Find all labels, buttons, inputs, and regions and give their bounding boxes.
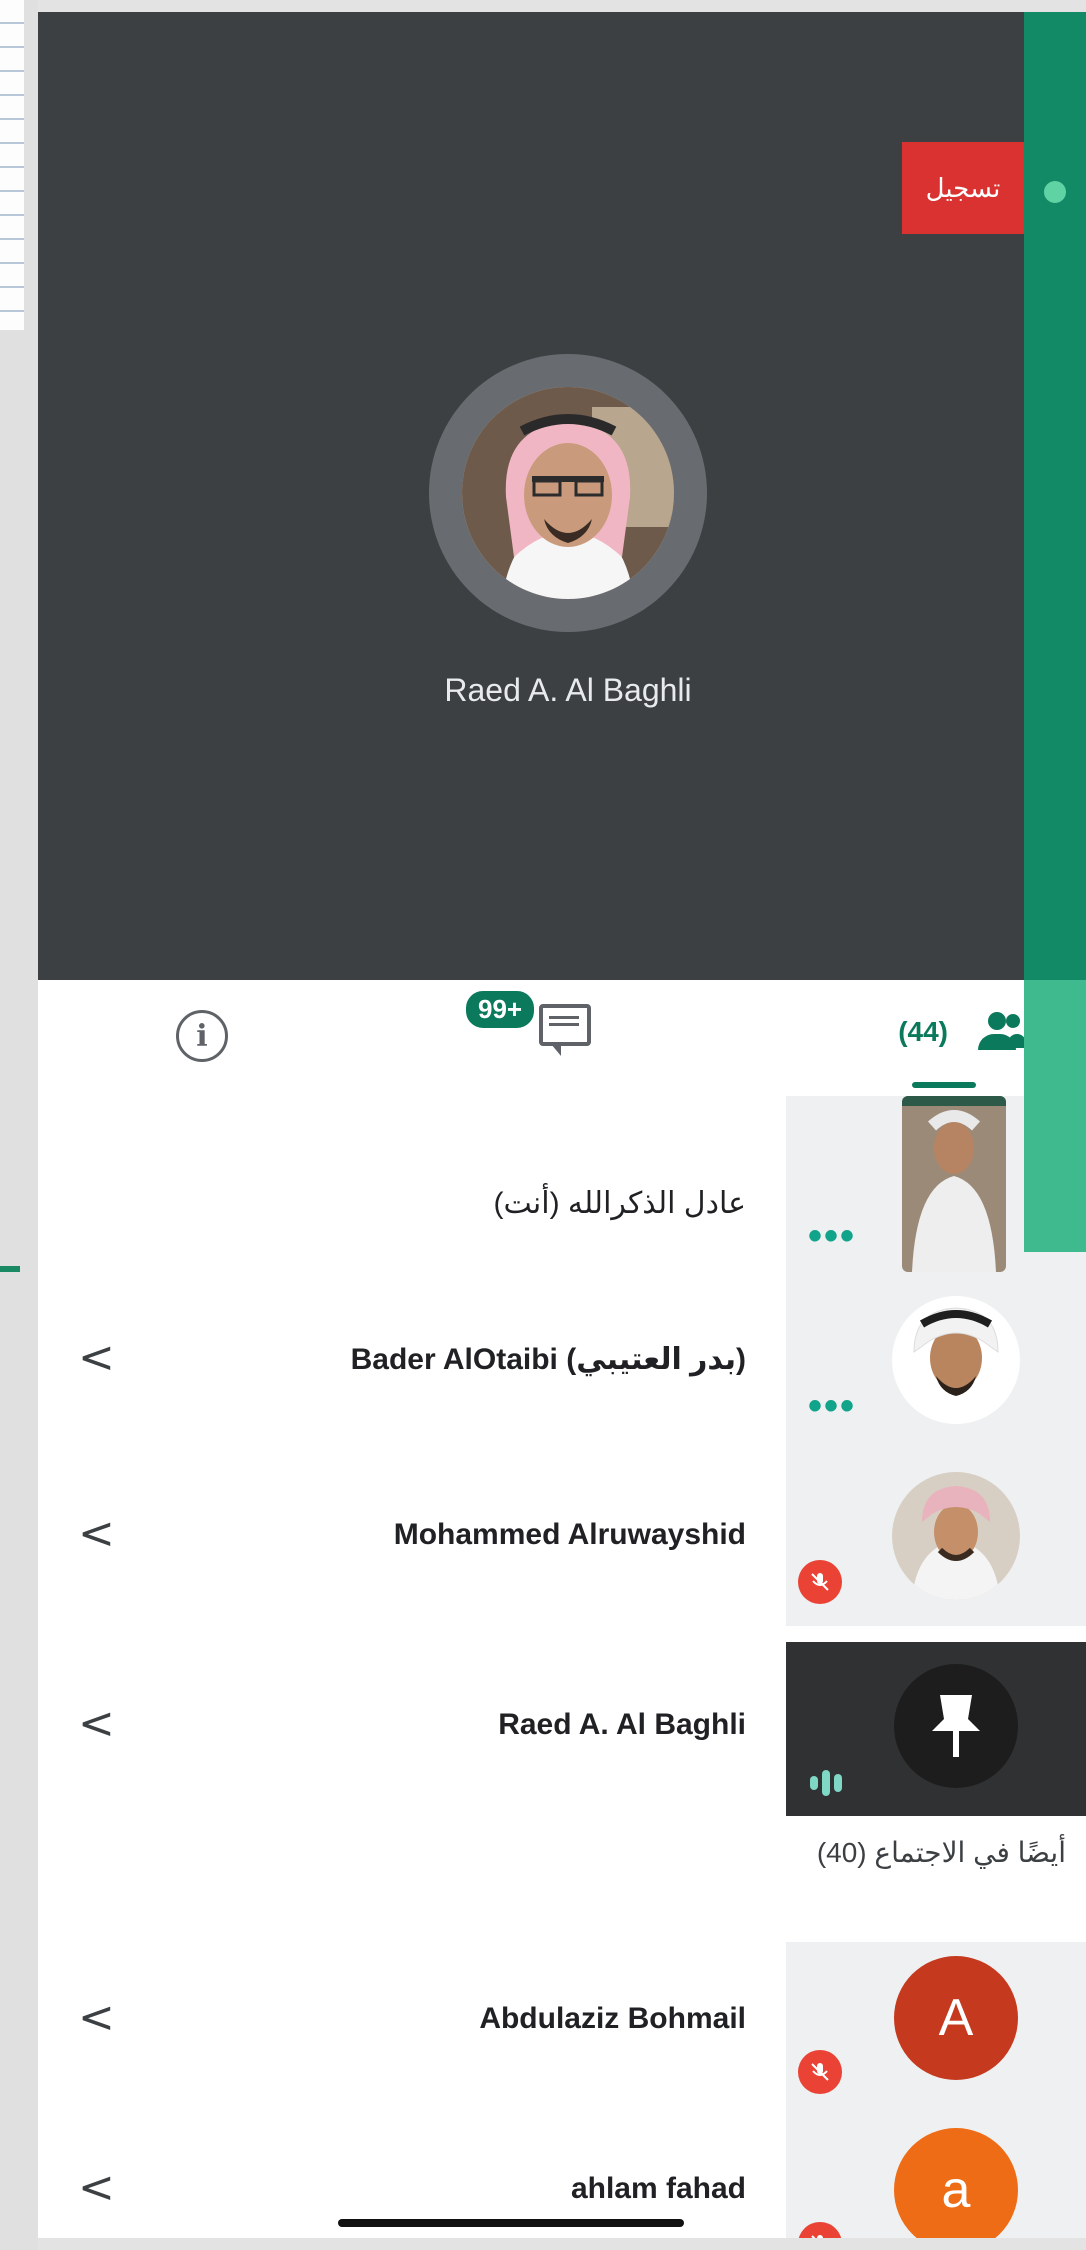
participant-name: ahlam fahad (570, 2172, 746, 2205)
more-options-icon[interactable]: ••• (808, 1216, 856, 1256)
pin-icon (932, 1695, 980, 1757)
chevron-left-icon[interactable]: < (78, 1698, 115, 1749)
chevron-left-icon[interactable]: < (78, 2162, 115, 2213)
info-icon[interactable]: i (176, 1010, 228, 1062)
recording-dot-icon (1044, 181, 1066, 203)
avatar (892, 1472, 1020, 1600)
participant-list: ••• عادل الذكرالله (أنت) ••• Bader AlOta… (38, 1096, 1086, 2238)
panel-tabs: i 99+ (44) (38, 980, 1026, 1090)
chat-lines (549, 1016, 579, 1030)
speaker-name: Raed A. Al Baghli (444, 672, 692, 708)
participant-row[interactable]: A Abdulaziz Bohmail < (38, 1942, 1086, 2118)
speaker-avatar (462, 387, 674, 599)
participant-name: Mohammed Alruwayshid (393, 1518, 746, 1551)
participant-name: Abdulaziz Bohmail (479, 2002, 746, 2035)
participant-row[interactable]: ••• Bader AlOtaibi (بدر العتيبي) < (38, 1276, 1086, 1456)
background-accent (0, 1266, 20, 1272)
avatar: A (894, 1956, 1018, 2080)
participant-name: Raed A. Al Baghli (498, 1708, 746, 1741)
tab-chat[interactable]: 99+ (463, 988, 603, 1068)
participant-name: Bader AlOtaibi (بدر العتيبي) (350, 1343, 746, 1376)
mic-off-icon (798, 1560, 842, 1604)
speaking-indicator-icon (808, 1766, 858, 1803)
participant-row[interactable]: Mohammed Alruwayshid < (38, 1456, 1086, 1626)
home-indicator[interactable] (338, 2219, 684, 2227)
chevron-left-icon[interactable]: < (78, 1992, 115, 2043)
avatar (902, 1096, 1006, 1272)
active-tab-indicator (912, 1082, 976, 1088)
side-panel-rail-light (1024, 980, 1086, 1252)
mic-off-icon (798, 2050, 842, 2094)
people-icon (962, 1012, 1026, 1052)
participant-name: عادل الذكرالله (أنت) (493, 1187, 746, 1220)
recording-badge: تسجيل (902, 142, 1024, 234)
tab-people[interactable]: (44) (898, 1002, 1026, 1062)
meet-app: Raed A. Al Baghli تسجيل i 99+ (44) ••• ع… (38, 12, 1086, 2238)
chevron-left-icon[interactable]: < (78, 1332, 115, 1383)
active-speaker-tile[interactable] (429, 354, 707, 632)
chevron-left-icon[interactable]: < (78, 1508, 115, 1559)
avatar (892, 1296, 1020, 1424)
section-title-also-in-meeting: أيضًا في الاجتماع (40) (816, 1837, 1066, 1868)
chat-unread-badge: 99+ (463, 988, 538, 1031)
more-options-icon[interactable]: ••• (808, 1386, 856, 1426)
background-document (0, 0, 24, 330)
participant-row-speaking[interactable]: Raed A. Al Baghli < (38, 1642, 1086, 1818)
background-strip (0, 0, 38, 2250)
recording-indicator (1024, 162, 1086, 222)
people-count: (44) (898, 1016, 948, 1047)
avatar (894, 1664, 1018, 1788)
participant-row[interactable]: ••• عادل الذكرالله (أنت) (38, 1096, 1086, 1276)
